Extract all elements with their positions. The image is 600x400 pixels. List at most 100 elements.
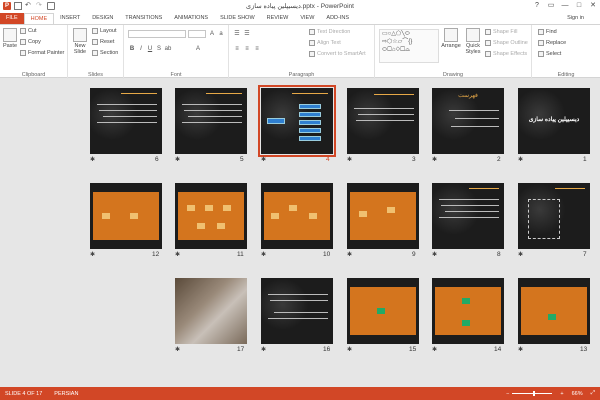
new-slide-button[interactable]: New Slide	[71, 28, 89, 55]
layout-button[interactable]: Layout	[92, 28, 117, 34]
transition-star-icon[interactable]: ✱	[261, 156, 266, 163]
bold-icon[interactable]: B	[128, 45, 136, 53]
slide-thumbnail-11[interactable]	[175, 183, 247, 249]
slide-thumbnail-1[interactable]: دیسیپلین پیاده سازی	[518, 88, 590, 154]
transition-star-icon[interactable]: ✱	[347, 251, 352, 258]
fit-slide-icon[interactable]: ⤢	[591, 390, 595, 397]
section-button[interactable]: Section	[92, 50, 118, 56]
slide-thumbnail-16[interactable]	[261, 278, 333, 344]
transition-star-icon[interactable]: ✱	[90, 251, 95, 258]
quick-styles-button[interactable]: Quick Styles	[463, 28, 483, 55]
numbering-icon[interactable]: ☰	[243, 30, 251, 38]
quick-styles-icon	[466, 28, 480, 42]
transition-star-icon[interactable]: ✱	[261, 251, 266, 258]
help-button[interactable]: ?	[530, 0, 544, 12]
slide-thumbnail-3[interactable]	[347, 88, 419, 154]
strikethrough-icon[interactable]: ab	[164, 45, 172, 53]
sign-in-link[interactable]: Sign in	[567, 15, 584, 21]
transition-star-icon[interactable]: ✱	[175, 156, 180, 163]
slide-thumbnail-2[interactable]: فهرست	[432, 88, 504, 154]
slide-counter: SLIDE 4 OF 17	[5, 390, 43, 397]
slide-number: 6	[155, 156, 159, 163]
shape-outline-button[interactable]: Shape Outline	[485, 40, 528, 46]
slide-thumbnail-7[interactable]	[518, 183, 590, 249]
italic-icon[interactable]: I	[137, 45, 145, 53]
convert-smartart-button[interactable]: Convert to SmartArt	[309, 51, 366, 57]
transition-star-icon[interactable]: ✱	[175, 346, 180, 353]
close-button[interactable]: ✕	[586, 0, 600, 12]
font-color-icon[interactable]: A	[194, 45, 202, 53]
status-bar: SLIDE 4 OF 17 PERSIAN − + 66% ⤢	[0, 387, 600, 400]
shapes-gallery[interactable]: ▭○△⬠╲⬭ ⇨⬡☆▱⌒{} ⬭▢⌂◇☐⌓	[379, 29, 439, 63]
slide-thumbnail-17[interactable]	[175, 278, 247, 344]
transition-star-icon[interactable]: ✱	[347, 346, 352, 353]
zoom-out-button[interactable]: −	[506, 391, 509, 397]
align-text-button[interactable]: Align Text	[309, 40, 341, 46]
zoom-slider-thumb[interactable]	[533, 391, 536, 396]
tab-design[interactable]: DESIGN	[86, 13, 119, 24]
zoom-level[interactable]: 66%	[572, 391, 583, 397]
transition-star-icon[interactable]: ✱	[175, 251, 180, 258]
ribbon-display-options-button[interactable]: ▭	[544, 0, 558, 12]
transition-star-icon[interactable]: ✱	[432, 156, 437, 163]
search-icon	[538, 29, 544, 35]
slide-thumbnail-13[interactable]	[518, 278, 590, 344]
font-name-combo[interactable]	[128, 30, 186, 38]
tab-home[interactable]: HOME	[23, 13, 55, 24]
tab-review[interactable]: REVIEW	[261, 13, 295, 24]
paste-button[interactable]: Paste	[2, 28, 18, 49]
bullets-icon[interactable]: ☰	[233, 30, 241, 38]
shrink-font-icon[interactable]: a	[217, 30, 225, 38]
tab-slide-show[interactable]: SLIDE SHOW	[214, 13, 261, 24]
transition-star-icon[interactable]: ✱	[518, 346, 523, 353]
tab-file[interactable]: FILE	[0, 13, 24, 24]
slide-number: 10	[323, 251, 331, 258]
zoom-in-button[interactable]: +	[560, 391, 563, 397]
slide-thumbnail-4[interactable]	[258, 85, 336, 157]
slide-thumbnail-5[interactable]	[175, 88, 247, 154]
slide-title: دیسیپلین پیاده سازی	[528, 117, 580, 123]
maximize-button[interactable]: □	[572, 0, 586, 12]
font-size-combo[interactable]	[188, 30, 206, 38]
arrange-button[interactable]: Arrange	[441, 28, 461, 49]
transition-star-icon[interactable]: ✱	[518, 251, 523, 258]
copy-button[interactable]: Copy	[20, 39, 41, 45]
find-button[interactable]: Find	[538, 29, 557, 35]
shadow-icon[interactable]: S	[155, 45, 163, 53]
format-painter-button[interactable]: Format Painter	[20, 50, 64, 56]
slide-thumbnail-6[interactable]	[90, 88, 162, 154]
text-direction-button[interactable]: Text Direction	[309, 29, 350, 35]
align-left-icon[interactable]: ≡	[233, 45, 241, 53]
slide-thumbnail-12[interactable]	[90, 183, 162, 249]
shape-fill-button[interactable]: Shape Fill	[485, 29, 517, 35]
tab-view[interactable]: VIEW	[294, 13, 320, 24]
tab-insert[interactable]: INSERT	[54, 13, 86, 24]
text-direction-icon	[309, 29, 315, 35]
transition-star-icon[interactable]: ✱	[518, 156, 523, 163]
underline-icon[interactable]: U	[146, 45, 154, 53]
zoom-slider[interactable]	[512, 391, 553, 396]
slide-thumbnail-10[interactable]	[261, 183, 333, 249]
replace-button[interactable]: Replace	[538, 40, 566, 46]
align-center-icon[interactable]: ≡	[243, 45, 251, 53]
tab-animations[interactable]: ANIMATIONS	[168, 13, 214, 24]
reset-button[interactable]: Reset	[92, 39, 114, 45]
transition-star-icon[interactable]: ✱	[432, 251, 437, 258]
grow-font-icon[interactable]: A	[208, 30, 216, 38]
slide-thumbnail-15[interactable]	[347, 278, 419, 344]
language-indicator[interactable]: PERSIAN	[54, 391, 78, 397]
select-button[interactable]: Select	[538, 51, 561, 57]
align-right-icon[interactable]: ≡	[253, 45, 261, 53]
transition-star-icon[interactable]: ✱	[261, 346, 266, 353]
transition-star-icon[interactable]: ✱	[347, 156, 352, 163]
minimize-button[interactable]: —	[558, 0, 572, 12]
slide-thumbnail-8[interactable]	[432, 183, 504, 249]
tab-add-ins[interactable]: ADD-INS	[320, 13, 355, 24]
transition-star-icon[interactable]: ✱	[432, 346, 437, 353]
tab-transitions[interactable]: TRANSITIONS	[119, 13, 168, 24]
cut-button[interactable]: Cut	[20, 28, 37, 34]
shape-effects-button[interactable]: Shape Effects	[485, 51, 527, 57]
slide-thumbnail-14[interactable]	[432, 278, 504, 344]
transition-star-icon[interactable]: ✱	[90, 156, 95, 163]
slide-thumbnail-9[interactable]	[347, 183, 419, 249]
